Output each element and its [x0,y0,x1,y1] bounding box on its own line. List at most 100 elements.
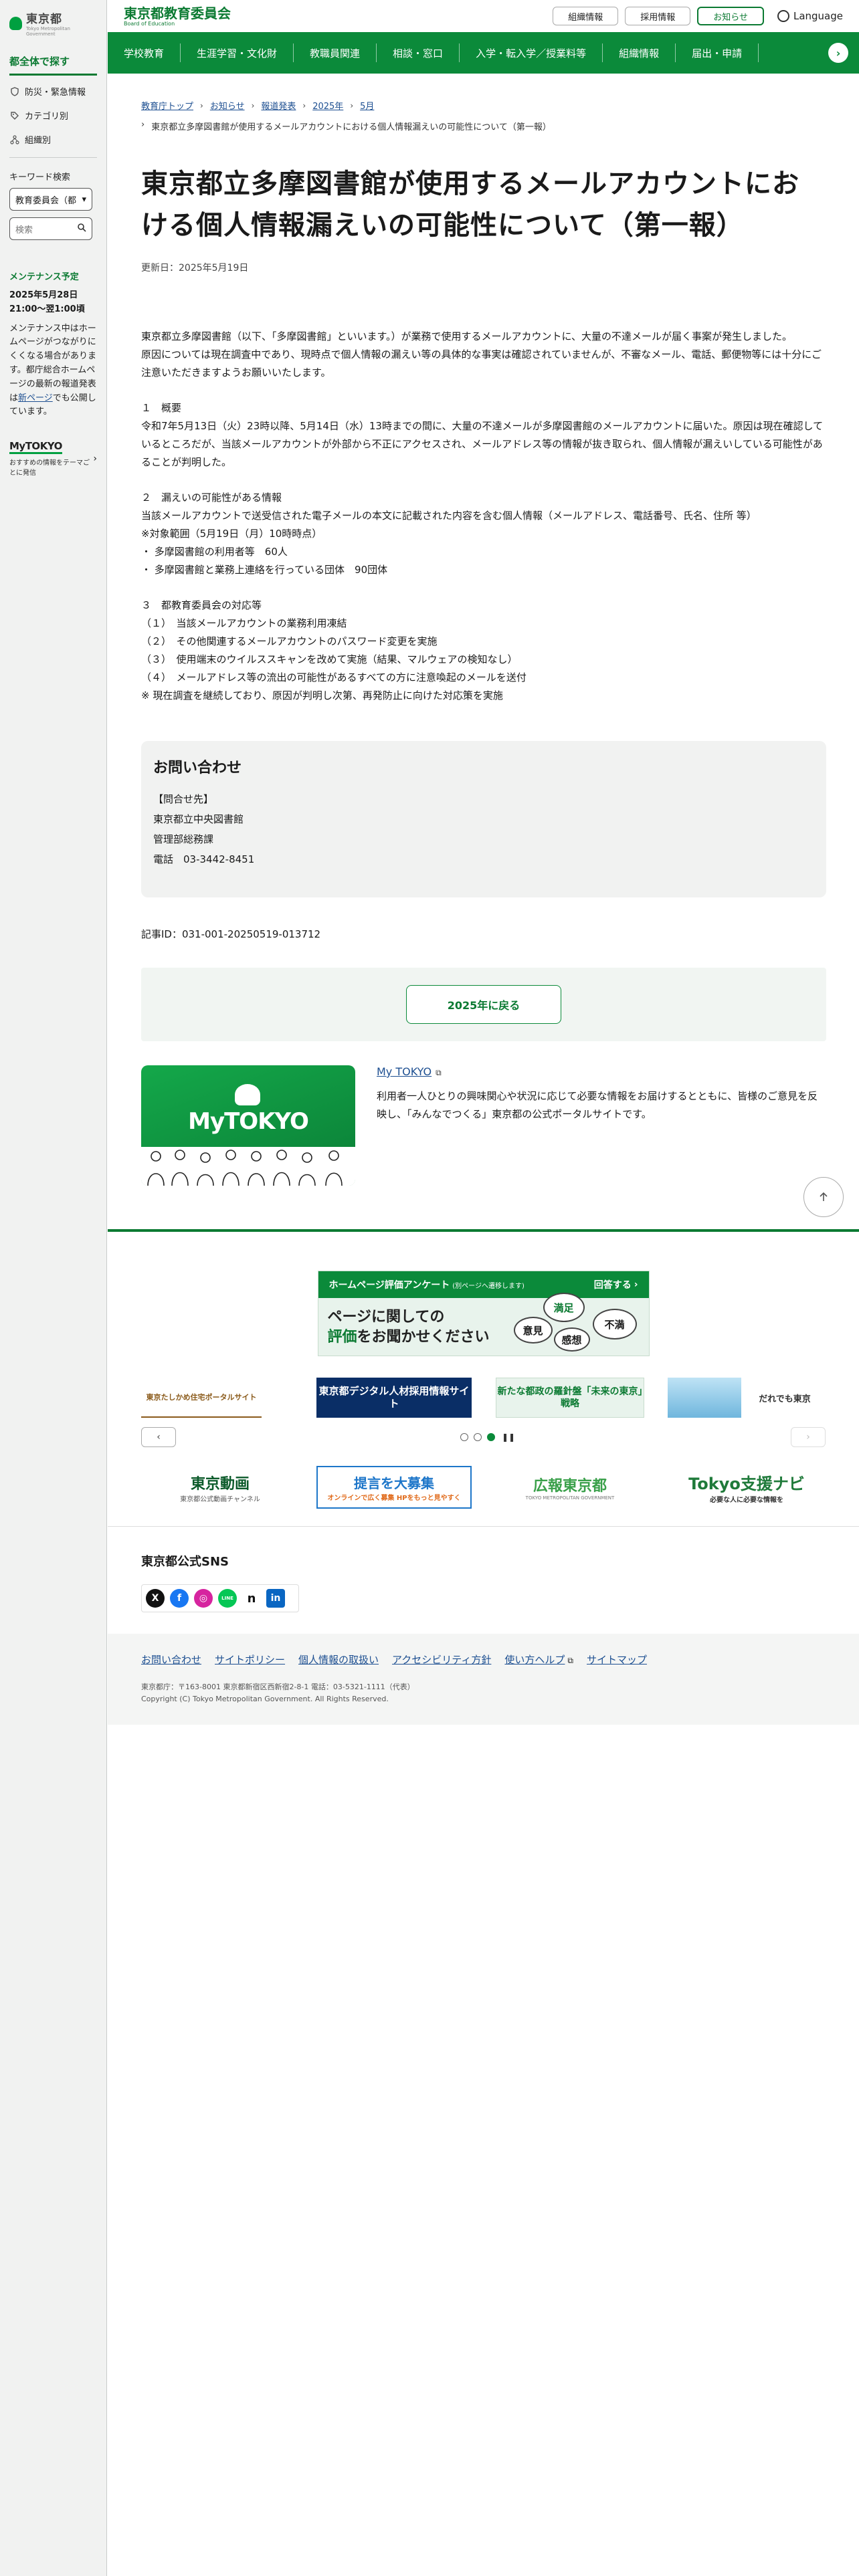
maintenance-title: メンテナンス予定 [9,272,79,282]
maintenance-date: 2025年5月28日 21:00～翌1:00頃 [9,290,85,314]
tokyo-logo-sub: Tokyo Metropolitan Government [25,26,70,37]
survey-bubble: 満足 [543,1293,585,1322]
banner-proposal[interactable]: 提言を大募集 オンラインで広く募集 HPをもっと見やすく [316,1466,472,1509]
note-icon[interactable]: n [242,1589,261,1608]
external-link-icon: ⧉ [567,1656,573,1665]
linkedin-icon[interactable]: in [266,1589,285,1608]
sidebar-item-organization[interactable]: 組織別 [9,133,97,146]
paragraph: ※ 現在調査を継続しており、原因が判明し次第、再発防止に向けた対応策を実施 [141,689,503,702]
inquiry-line: 管理部総務課 [153,833,214,845]
carousel-next-button[interactable]: › [791,1427,826,1447]
carousel-dot[interactable] [474,1433,482,1441]
sidebar-item-emergency[interactable]: 防災・緊急情報 [9,85,97,98]
mytokyo-description: 利用者一人ひとりの興味関心や状況に応じて必要な情報をお届けするとともに、皆様のご… [377,1090,818,1120]
breadcrumb-link[interactable]: 教育庁トップ [141,99,193,112]
gnav-item[interactable]: 相談・窓口 [377,43,460,62]
sidebar-item-category[interactable]: カテゴリ別 [9,109,97,122]
org-info-button[interactable]: 組織情報 [553,7,619,25]
banner-kouhou-sub: TOKYO METROPOLITAN GOVERNMENT [525,1495,615,1501]
line-icon[interactable]: LINE [218,1589,237,1608]
footer-top-line [108,1229,859,1232]
survey-bubble: 不満 [592,1309,637,1339]
back-to-2025-button[interactable]: 2025年に戻る [406,985,561,1024]
carousel-dot[interactable] [460,1433,468,1441]
gnav-item[interactable]: 届出・申請 [676,43,759,62]
mytokyo-banner[interactable]: MyTOKYO [141,1065,355,1186]
news-button[interactable]: お知らせ [697,7,764,25]
sidebar: 東京都 Tokyo Metropolitan Government 都全体で探す … [0,0,107,2576]
banner-shien-title: Tokyo支援ナビ [688,1475,805,1493]
banner-kouhou-tokyo[interactable]: 広報東京都 TOKYO METROPOLITAN GOVERNMENT [496,1466,644,1509]
breadcrumb-link[interactable]: 報道発表 [261,99,296,112]
chevron-right-icon: › [302,100,306,110]
gnav-item[interactable]: 教職員関連 [294,43,377,62]
back-area: 2025年に戻る [141,968,826,1041]
survey-line2: をお聞かせください [357,1328,490,1346]
banner-digital-recruit[interactable]: 東京都デジタル人材採用情報サイト [316,1378,472,1418]
inquiry-line: 【問合せ先】 [153,793,214,805]
new-page-link[interactable]: 新ページ [18,393,53,403]
inquiry-title: お問い合わせ [153,760,242,776]
site-subtitle: Board of Education [124,20,175,27]
breadcrumb: 教育庁トップ › お知らせ › 報道発表 › 2025年 › 5月 [141,99,826,112]
site-logo[interactable]: 東京都教育委員会 Board of Education [124,6,231,27]
category-icon [9,110,20,121]
footer-link-sitemap[interactable]: サイトマップ [587,1652,647,1667]
x-icon[interactable]: X [146,1589,165,1608]
breadcrumb-link[interactable]: お知らせ [210,99,245,112]
survey-title: ホームページ評価アンケート [328,1280,450,1291]
section-heading: １ 概要 [141,402,182,414]
language-button[interactable]: Language [777,10,843,22]
globe-icon [777,10,789,22]
survey-banner[interactable]: ホームページ評価アンケート (別ページへ遷移します) 回答する › ページに関し… [317,1271,650,1356]
sidebar-divider [9,157,97,158]
mytokyo-logo: MyTOKYO [9,440,62,455]
search-icon[interactable] [77,223,86,235]
list-item: ・ 多摩図書館の利用者等 60人 [141,546,288,558]
page-title: 東京都立多摩図書館が使用するメールアカウントにおける個人情報漏えいの可能性につい… [141,169,799,241]
banner-video-channel[interactable]: 東京動画 東京都公式動画チャンネル [160,1466,280,1509]
gnav-next-button[interactable]: › [828,43,848,63]
footer-link-contact[interactable]: お問い合わせ [141,1652,201,1667]
chevron-right-icon: › [350,100,354,110]
site-footer: ホームページ評価アンケート (別ページへ遷移します) 回答する › ページに関し… [108,1229,859,1725]
breadcrumb-link[interactable]: 2025年 [312,99,343,112]
banner-housing[interactable]: 東京たしかめ住宅ポータルサイト [141,1378,262,1418]
carousel-dot[interactable] [487,1433,495,1441]
back-to-top-button[interactable] [803,1177,844,1217]
banner-city[interactable] [668,1378,741,1418]
footer-link-accessibility[interactable]: アクセシビリティ方針 [392,1652,491,1667]
pause-icon[interactable]: ❚❚ [502,1432,515,1442]
mytokyo-link[interactable]: My TOKYO [377,1065,432,1078]
mytokyo-side-link[interactable]: MyTOKYO おすすめの情報をテーマごとに発信 › [9,439,97,478]
carousel-prev-button[interactable]: ‹ [141,1427,176,1447]
banner-carousel: 東京たしかめ住宅ポータルサイト 東京都デジタル人材採用情報サイト 新たな都政の羅… [108,1378,859,1418]
search-input[interactable]: 検索 [9,217,92,240]
breadcrumb-link[interactable]: 5月 [360,99,374,112]
tokyo-logo[interactable]: 東京都 Tokyo Metropolitan Government [9,9,97,37]
search-scope-value: 教育委員会（都 [15,195,77,206]
instagram-icon[interactable]: ◎ [194,1589,213,1608]
recruit-button[interactable]: 採用情報 [625,7,691,25]
chevron-right-icon: › [634,1279,638,1290]
tokyo-mark-icon [235,1084,260,1105]
chevron-right-icon: › [251,100,255,110]
search-scope-select[interactable]: 教育委員会（都 ▾ [9,188,92,211]
gnav-item[interactable]: 生涯学習・文化財 [181,43,294,62]
tokyo-logo-icon [9,16,22,30]
banner-kouhou-title: 広報東京都 [533,1478,607,1495]
facebook-icon[interactable]: f [170,1589,189,1608]
footer-link-privacy[interactable]: 個人情報の取扱い [298,1652,379,1667]
footer-link-help[interactable]: 使い方ヘルプ [504,1654,565,1666]
banner-tokyo-shien-navi[interactable]: Tokyo支援ナビ 必要な人に必要な情報を [668,1466,826,1509]
banner-daredemo-tokyo[interactable]: だれでも東京 [744,1378,826,1418]
footer-divider [108,1526,859,1527]
inquiry-box: お問い合わせ 【問合せ先】 東京都立中央図書館 管理部総務課 電話 03-344… [141,741,826,897]
footer-link-site-policy[interactable]: サイトポリシー [215,1652,285,1667]
banner-future-tokyo[interactable]: 新たな都政の羅針盤「未来の東京」戦略 [496,1378,644,1418]
gnav-item[interactable]: 学校教育 [108,43,181,62]
maintenance-text-before: メンテナンス中はホームページがつながりにくくなる場合があります。都庁総合ホームペ… [9,323,97,403]
gnav-item[interactable]: 入学・転入学／授業料等 [460,43,603,62]
paragraph: ※対象範囲（5月19日（月）10時時点） [141,528,322,540]
gnav-item[interactable]: 組織情報 [603,43,676,62]
